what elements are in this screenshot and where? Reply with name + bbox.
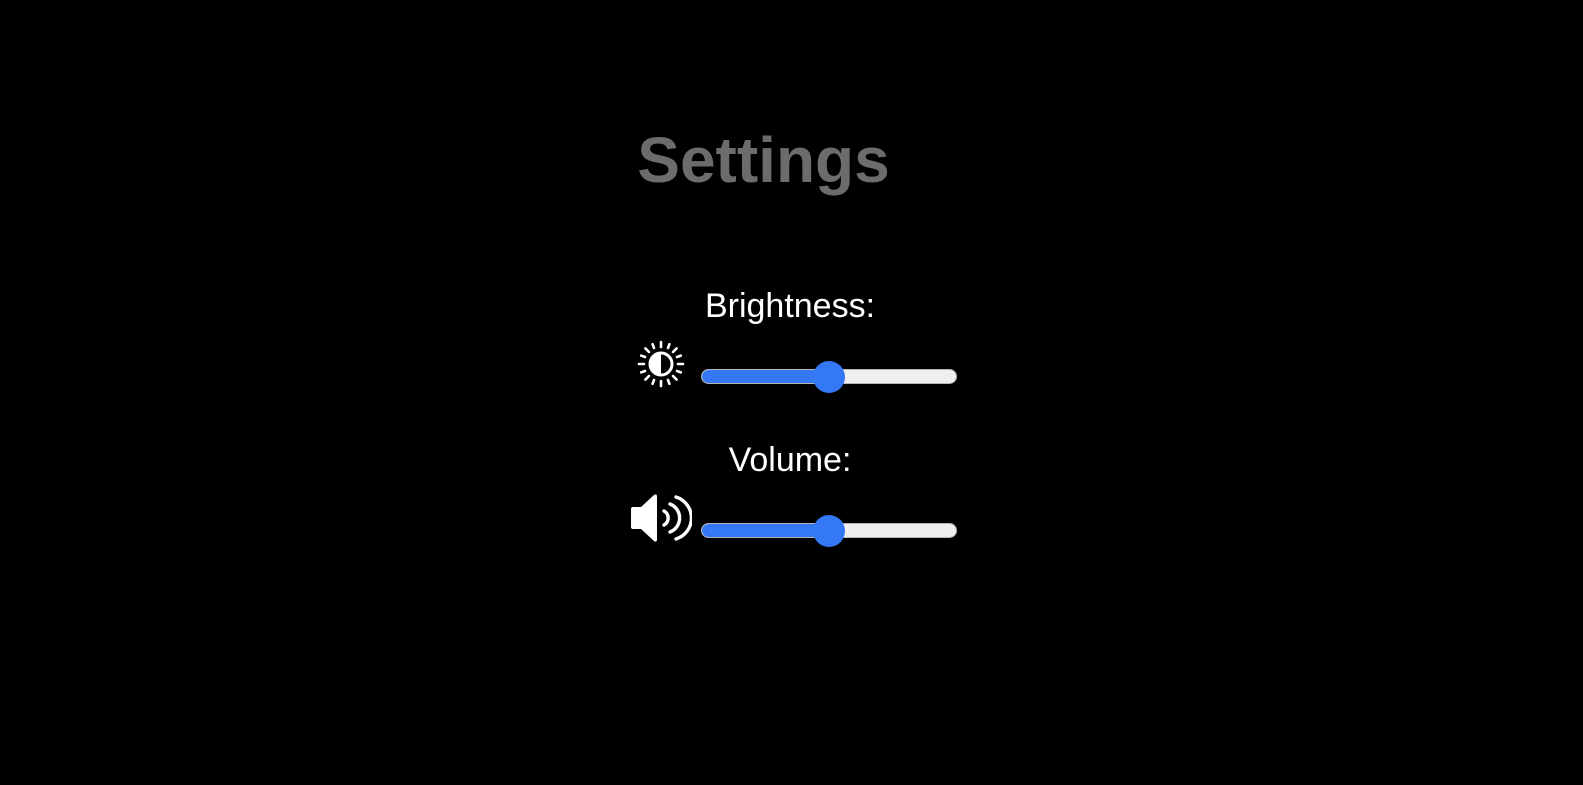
slider-thumb[interactable] [813,361,845,393]
brightness-label: Brightness: [704,287,876,325]
speaker-volume-icon [631,494,692,542]
brightness-icon [637,340,685,388]
slider-thumb[interactable] [813,515,845,547]
volume-slider[interactable] [700,515,958,547]
brightness-slider[interactable] [700,361,958,393]
slider-fill [702,370,831,383]
volume-label: Volume: [728,441,852,479]
page-title: Settings [637,124,890,196]
slider-fill [702,524,831,537]
